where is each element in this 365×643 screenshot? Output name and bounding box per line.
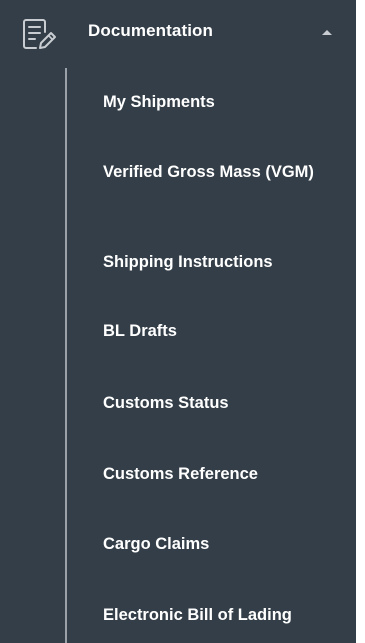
menu-item-customs-reference[interactable]: Customs Reference	[103, 463, 258, 485]
documentation-section-header[interactable]: Documentation	[0, 0, 356, 64]
menu-item-cargo-claims[interactable]: Cargo Claims	[103, 533, 209, 555]
documentation-section-label: Documentation	[88, 21, 214, 40]
menu-item-my-shipments[interactable]: My Shipments	[103, 91, 215, 113]
document-edit-icon	[23, 19, 56, 49]
menu-item-shipping-instructions[interactable]: Shipping Instructions	[103, 251, 273, 273]
menu-item-bl-drafts[interactable]: BL Drafts	[103, 320, 177, 342]
menu-item-verified-gross-mass[interactable]: Verified Gross Mass (VGM)	[103, 161, 333, 183]
menu-item-customs-status[interactable]: Customs Status	[103, 392, 229, 414]
menu-item-electronic-bill-of-lading[interactable]: Electronic Bill of Lading	[103, 604, 292, 626]
documentation-sidebar: Documentation My Shipments Verified Gros…	[0, 0, 356, 643]
page-edge	[356, 0, 365, 643]
submenu-tree-line	[65, 68, 67, 643]
caret-up-icon[interactable]	[320, 27, 334, 37]
